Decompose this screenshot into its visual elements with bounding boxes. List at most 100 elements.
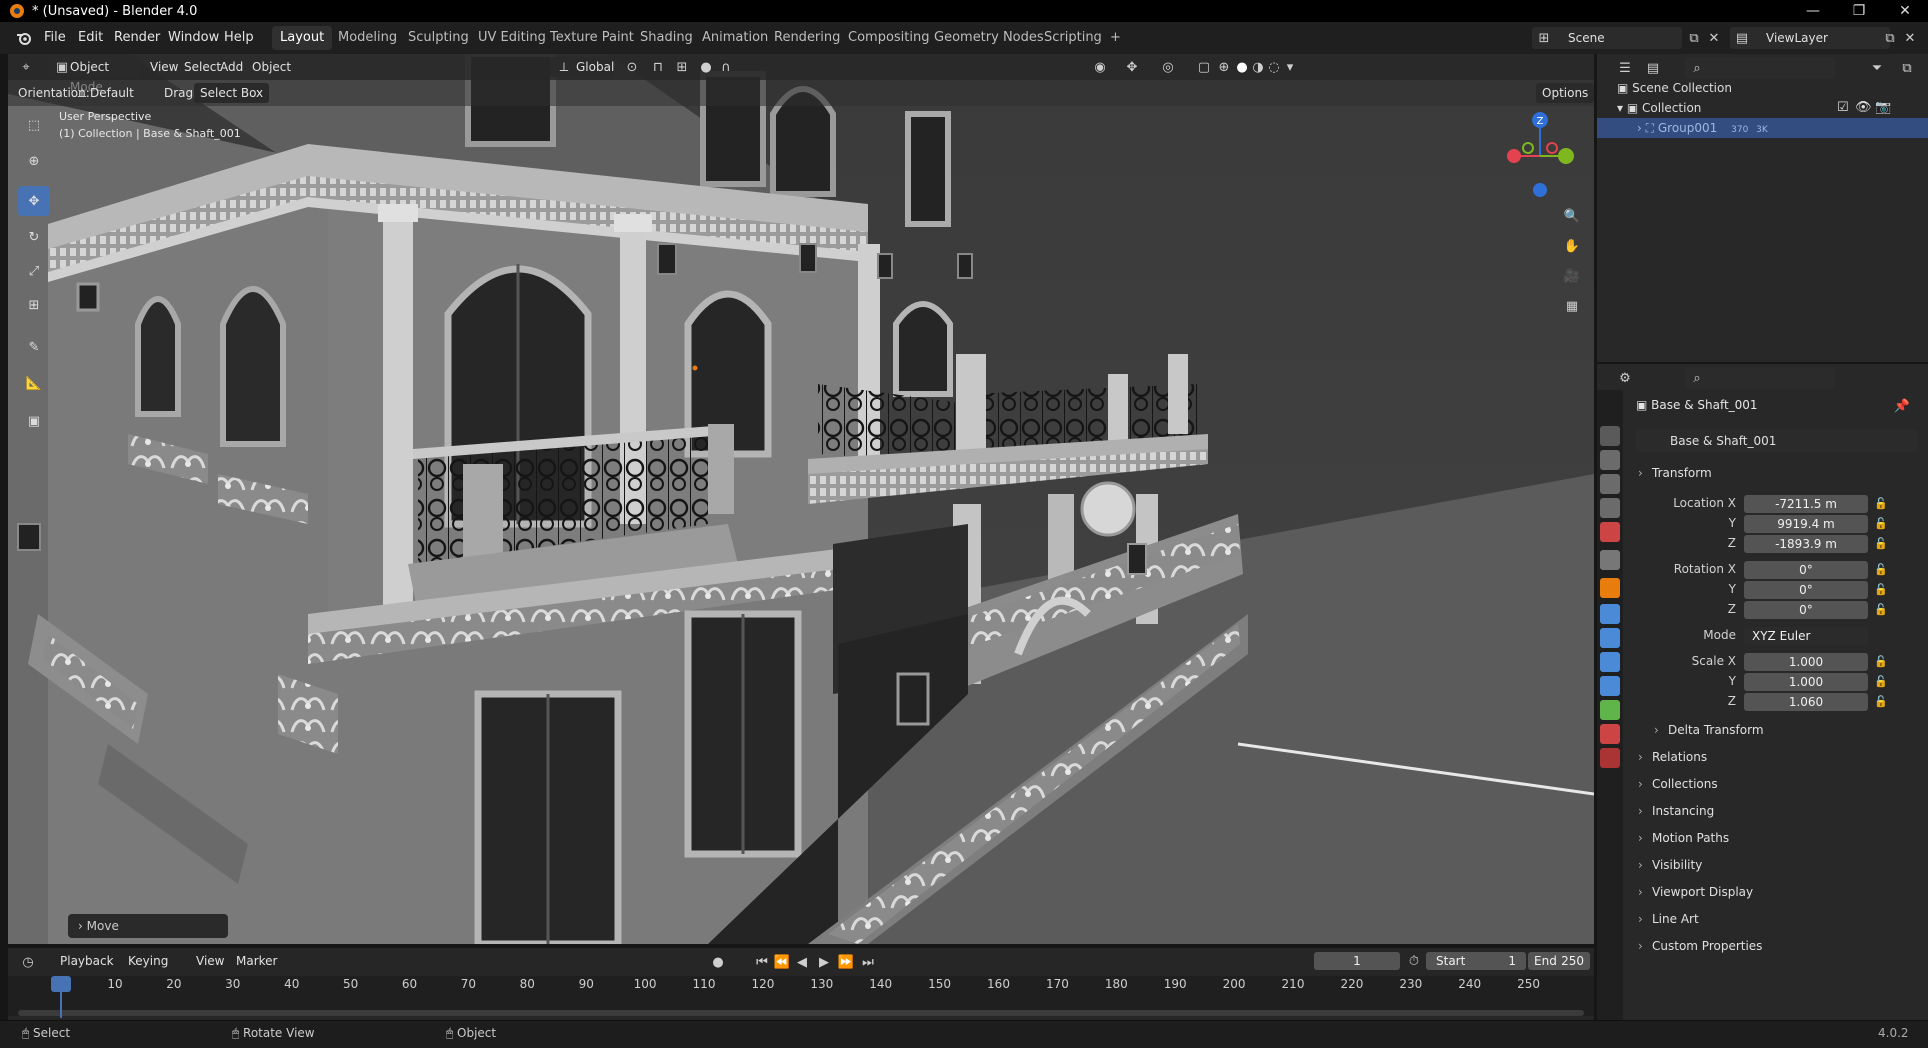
lock-rotation-y-icon[interactable]: 🔓 bbox=[1874, 583, 1888, 596]
delete-scene-icon[interactable]: ✕ bbox=[1704, 28, 1724, 48]
exclude-checkbox[interactable]: ☑ bbox=[1837, 100, 1849, 115]
properties-search-input[interactable] bbox=[1685, 367, 1835, 389]
render-tab-icon[interactable] bbox=[1600, 426, 1620, 446]
menu-marker[interactable]: Marker bbox=[230, 951, 283, 971]
close-button[interactable]: ✕ bbox=[1882, 0, 1928, 22]
xray-icon[interactable]: ▢ bbox=[1194, 57, 1214, 77]
tab-compositing[interactable]: Compositing bbox=[840, 26, 938, 50]
move-icon[interactable]: ✥ bbox=[18, 186, 50, 216]
transform-icon[interactable]: ⊞ bbox=[18, 290, 50, 320]
new-scene-icon[interactable]: ⧉ bbox=[1684, 28, 1704, 48]
location-x-field[interactable]: -7211.5 m bbox=[1744, 495, 1868, 513]
filter-icon[interactable]: ⏷ bbox=[1867, 58, 1887, 78]
display-mode-icon[interactable]: ▤ bbox=[1643, 58, 1663, 78]
drag-dropdown[interactable]: Select Box bbox=[194, 83, 270, 103]
lock-location-y-icon[interactable]: 🔓 bbox=[1874, 517, 1888, 530]
playhead[interactable] bbox=[51, 976, 71, 992]
play-reverse-icon[interactable]: ◀ bbox=[792, 952, 812, 972]
particles-tab-icon[interactable] bbox=[1600, 628, 1620, 648]
tab-animation[interactable]: Animation bbox=[694, 26, 776, 50]
rotation-y-field[interactable]: 0° bbox=[1744, 581, 1868, 599]
rotation-mode-dropdown[interactable]: XYZ Euler bbox=[1744, 627, 1868, 645]
pivot-point-icon[interactable]: ⊙ bbox=[622, 57, 642, 77]
navigation-gizmo[interactable]: Z bbox=[1500, 108, 1580, 198]
tab-shading[interactable]: Shading bbox=[632, 26, 701, 50]
scale-y-field[interactable]: 1.000 bbox=[1744, 673, 1868, 691]
current-frame-field[interactable]: 1 bbox=[1314, 952, 1400, 970]
3d-viewport[interactable] bbox=[8, 54, 1594, 944]
scale-x-field[interactable]: 1.000 bbox=[1744, 653, 1868, 671]
add-workspace-button[interactable]: + bbox=[1102, 26, 1129, 50]
lock-rotation-z-icon[interactable]: 🔓 bbox=[1874, 603, 1888, 616]
outliner-row-group001[interactable]: › ⛶ Group001 370 3K bbox=[1597, 118, 1928, 138]
menu-keying[interactable]: Keying bbox=[122, 951, 174, 971]
outliner-row-scene-collection[interactable]: ▣ Scene Collection bbox=[1617, 78, 1917, 98]
data-tab-icon[interactable] bbox=[1600, 700, 1620, 720]
tab-scripting[interactable]: Scripting bbox=[1036, 26, 1110, 50]
snap-icon[interactable]: ⊓ bbox=[648, 57, 668, 77]
menu-playback[interactable]: Playback bbox=[54, 951, 120, 971]
material-tab-icon[interactable] bbox=[1600, 724, 1620, 744]
instancing-panel-header[interactable]: Instancing bbox=[1638, 800, 1918, 822]
lock-location-x-icon[interactable]: 🔓 bbox=[1874, 497, 1888, 510]
add-cube-icon[interactable]: ▣ bbox=[18, 406, 50, 436]
tab-texture-paint[interactable]: Texture Paint bbox=[542, 26, 642, 50]
menu-edit[interactable]: Edit bbox=[72, 28, 109, 48]
maximize-button[interactable]: ❐ bbox=[1836, 0, 1882, 22]
prev-keyframe-icon[interactable]: ⏪ bbox=[772, 952, 792, 972]
menu-file[interactable]: File bbox=[38, 28, 72, 48]
modifier-tab-icon[interactable] bbox=[1600, 604, 1620, 624]
menu-help[interactable]: Help bbox=[218, 28, 260, 48]
shading-options-icon[interactable]: ▾ bbox=[1280, 57, 1300, 77]
object-tab-icon[interactable] bbox=[1600, 578, 1620, 598]
menu-window[interactable]: Window bbox=[162, 28, 225, 48]
start-frame-field[interactable]: Start 1 bbox=[1426, 952, 1526, 970]
expand-arrow-icon[interactable]: ▾ bbox=[1617, 101, 1623, 115]
lock-rotation-x-icon[interactable]: 🔓 bbox=[1874, 563, 1888, 576]
world-tab-icon[interactable] bbox=[1600, 522, 1620, 542]
relations-panel-header[interactable]: Relations bbox=[1638, 746, 1918, 768]
menu-object[interactable]: Object bbox=[246, 57, 297, 77]
line-art-panel-header[interactable]: Line Art bbox=[1638, 908, 1918, 930]
overlays-icon[interactable]: ◎ bbox=[1158, 57, 1178, 77]
scene-tab-icon[interactable] bbox=[1600, 498, 1620, 518]
collection-tab-icon[interactable] bbox=[1600, 550, 1620, 570]
viewport-display-panel-header[interactable]: Viewport Display bbox=[1638, 881, 1918, 903]
pin-icon[interactable]: 📌 bbox=[1892, 396, 1912, 416]
zoom-icon[interactable]: 🔍 bbox=[1562, 206, 1582, 226]
editor-type-icon[interactable]: ⌖ bbox=[16, 57, 36, 77]
collections-panel-header[interactable]: Collections bbox=[1638, 773, 1918, 795]
tool-tab-icon[interactable] bbox=[1600, 398, 1620, 418]
snap-target-icon[interactable]: ⊞ bbox=[672, 57, 692, 77]
last-operator-panel[interactable]: › Move bbox=[68, 914, 228, 938]
scale-z-field[interactable]: 1.060 bbox=[1744, 693, 1868, 711]
expand-arrow-icon[interactable]: › bbox=[1637, 121, 1642, 135]
new-view-layer-icon[interactable]: ⧉ bbox=[1880, 28, 1900, 48]
proportional-editing-icon[interactable]: ● bbox=[696, 57, 716, 77]
outliner-search-input[interactable] bbox=[1685, 57, 1835, 79]
motion-paths-panel-header[interactable]: Motion Paths bbox=[1638, 827, 1918, 849]
jump-start-icon[interactable]: ⏮ bbox=[752, 952, 772, 972]
object-datablock-field[interactable]: Base & Shaft_001 bbox=[1636, 430, 1918, 452]
tab-rendering[interactable]: Rendering bbox=[766, 26, 848, 50]
rotate-icon[interactable]: ↻ bbox=[18, 222, 50, 252]
lock-scale-y-icon[interactable]: 🔓 bbox=[1874, 675, 1888, 688]
transform-panel-header[interactable]: Transform bbox=[1638, 462, 1918, 484]
next-keyframe-icon[interactable]: ⏩ bbox=[836, 952, 856, 972]
tab-modeling[interactable]: Modeling bbox=[330, 26, 405, 50]
menu-render[interactable]: Render bbox=[108, 28, 166, 48]
minimize-button[interactable]: — bbox=[1790, 0, 1836, 22]
falloff-icon[interactable]: ∩ bbox=[716, 57, 736, 77]
select-box-icon[interactable]: ⬚ bbox=[18, 110, 50, 140]
lock-scale-x-icon[interactable]: 🔓 bbox=[1874, 655, 1888, 668]
tab-layout[interactable]: Layout bbox=[272, 26, 333, 50]
measure-icon[interactable]: 📐 bbox=[18, 368, 50, 398]
delete-view-layer-icon[interactable]: ✕ bbox=[1900, 28, 1920, 48]
cursor-icon[interactable]: ⊕ bbox=[18, 146, 50, 176]
view-layer-tab-icon[interactable] bbox=[1600, 474, 1620, 494]
ortho-grid-icon[interactable]: ▦ bbox=[1562, 296, 1582, 316]
tab-sculpting[interactable]: Sculpting bbox=[400, 26, 477, 50]
texture-tab-icon[interactable] bbox=[1600, 748, 1620, 768]
menu-timeline-view[interactable]: View bbox=[190, 951, 230, 971]
visibility-icon[interactable]: ◉ bbox=[1090, 57, 1110, 77]
